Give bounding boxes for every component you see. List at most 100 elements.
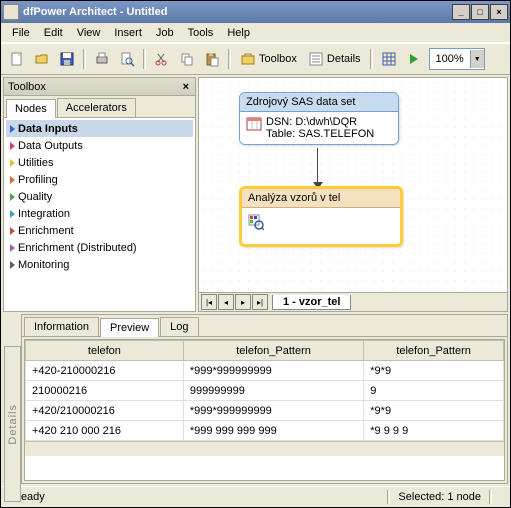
details-sidebar[interactable]: Details xyxy=(4,346,21,502)
tab-nodes[interactable]: Nodes xyxy=(6,99,56,118)
toolbox-icon xyxy=(240,51,256,67)
pattern-icon xyxy=(248,214,264,230)
details-icon xyxy=(308,51,324,67)
details-button[interactable]: Details xyxy=(303,47,366,71)
cell: *999 999 999 999 xyxy=(183,421,363,441)
status-selection: Selected: 1 node xyxy=(390,491,489,503)
paste-icon[interactable] xyxy=(200,47,224,71)
node-target[interactable]: Analýza vzorů v tel xyxy=(239,186,403,247)
minimize-button[interactable]: _ xyxy=(452,4,470,20)
tree-item[interactable]: Data Inputs xyxy=(6,120,193,137)
cell: *9 9 9 9 xyxy=(364,421,504,441)
cell: *999*999999999 xyxy=(183,401,363,421)
tree-item[interactable]: Enrichment xyxy=(6,222,193,239)
preview-icon[interactable] xyxy=(115,47,139,71)
toolbox-tree: Data Inputs Data Outputs Utilities Profilin… xyxy=(4,118,195,311)
menu-insert[interactable]: Insert xyxy=(107,25,149,41)
chevron-right-icon xyxy=(10,193,15,201)
save-icon[interactable] xyxy=(55,47,79,71)
chevron-right-icon xyxy=(10,159,15,167)
chevron-right-icon xyxy=(10,142,15,150)
node-title: Analýza vzorů v tel xyxy=(242,189,400,208)
menu-view[interactable]: View xyxy=(70,25,108,41)
nav-next-icon[interactable]: ▸ xyxy=(235,294,251,310)
status-text: Ready xyxy=(5,491,387,503)
table-row[interactable]: +420 210 000 216*999 999 999 999*9 9 9 9 xyxy=(26,421,504,441)
cut-icon[interactable] xyxy=(150,47,174,71)
chevron-right-icon xyxy=(10,261,15,269)
nav-last-icon[interactable]: ▸| xyxy=(252,294,268,310)
column-header[interactable]: telefon xyxy=(26,341,184,361)
node-title: Zdrojový SAS data set xyxy=(240,93,398,112)
menu-help[interactable]: Help xyxy=(220,25,257,41)
tree-item-label: Monitoring xyxy=(18,259,69,271)
menu-file[interactable]: File xyxy=(5,25,37,41)
menu-job[interactable]: Job xyxy=(149,25,181,41)
cell: *999*999999999 xyxy=(183,361,363,381)
column-header[interactable]: telefon_Pattern xyxy=(364,341,504,361)
table-row[interactable]: +420-210000216*999*999999999*9*9 xyxy=(26,361,504,381)
tree-item[interactable]: Monitoring xyxy=(6,256,193,273)
close-icon[interactable]: × xyxy=(181,81,191,93)
tree-item[interactable]: Utilities xyxy=(6,154,193,171)
app-icon xyxy=(3,4,19,20)
menu-tools[interactable]: Tools xyxy=(181,25,221,41)
chevron-right-icon xyxy=(10,244,15,252)
cell: *9*9 xyxy=(364,361,504,381)
copy-icon[interactable] xyxy=(175,47,199,71)
tab-information[interactable]: Information xyxy=(24,317,99,336)
tree-item-label: Profiling xyxy=(18,174,58,186)
chevron-right-icon xyxy=(10,227,15,235)
cell: 9 xyxy=(364,381,504,401)
canvas-tab[interactable]: 1 - vzor_tel xyxy=(272,295,351,310)
node-text: DSN: D:\dwh\DQR xyxy=(266,116,374,128)
table-row[interactable]: 2100002169999999999 xyxy=(26,381,504,401)
cell: +420-210000216 xyxy=(26,361,184,381)
zoom-combo[interactable]: 100% ▼ xyxy=(429,48,485,70)
grid-icon[interactable] xyxy=(377,47,401,71)
tree-item[interactable]: Enrichment (Distributed) xyxy=(6,239,193,256)
nav-prev-icon[interactable]: ◂ xyxy=(218,294,234,310)
open-icon[interactable] xyxy=(30,47,54,71)
node-source[interactable]: Zdrojový SAS data set DSN: D:\dwh\DQR Ta… xyxy=(239,92,399,145)
tree-item-label: Enrichment (Distributed) xyxy=(18,242,137,254)
tree-item[interactable]: Quality xyxy=(6,188,193,205)
app-window: dfPower Architect - Untitled _ □ × File … xyxy=(0,0,511,508)
tab-accelerators[interactable]: Accelerators xyxy=(57,98,136,117)
zoom-value: 100% xyxy=(430,53,470,65)
tab-preview[interactable]: Preview xyxy=(100,318,159,337)
statusbar: Ready Selected: 1 node xyxy=(1,486,510,507)
menu-edit[interactable]: Edit xyxy=(37,25,70,41)
nav-first-icon[interactable]: |◂ xyxy=(201,294,217,310)
details-panel: Information Preview Log telefontelefon_P… xyxy=(21,314,508,484)
new-icon[interactable] xyxy=(5,47,29,71)
tree-item-label: Enrichment xyxy=(18,225,74,237)
close-button[interactable]: × xyxy=(490,4,508,20)
table-icon xyxy=(246,116,262,132)
cell: *9*9 xyxy=(364,401,504,421)
run-icon[interactable] xyxy=(402,47,426,71)
tree-item[interactable]: Integration xyxy=(6,205,193,222)
chevron-down-icon[interactable]: ▼ xyxy=(470,50,484,68)
maximize-button[interactable]: □ xyxy=(471,4,489,20)
table-row[interactable]: +420/210000216*999*999999999*9*9 xyxy=(26,401,504,421)
canvas[interactable]: Zdrojový SAS data set DSN: D:\dwh\DQR Ta… xyxy=(199,78,507,292)
canvas-panel: Zdrojový SAS data set DSN: D:\dwh\DQR Ta… xyxy=(198,77,508,312)
tree-item[interactable]: Profiling xyxy=(6,171,193,188)
print-icon[interactable] xyxy=(90,47,114,71)
toolbar: Toolbox Details 100% ▼ xyxy=(1,43,510,75)
tree-item-label: Data Inputs xyxy=(18,123,78,135)
cell: 999999999 xyxy=(183,381,363,401)
column-header[interactable]: telefon_Pattern xyxy=(183,341,363,361)
chevron-right-icon xyxy=(10,176,15,184)
scrollbar[interactable] xyxy=(25,441,504,456)
chevron-right-icon xyxy=(10,210,15,218)
toolbox-panel: Toolbox × Nodes Accelerators Data Inputs… xyxy=(3,77,196,312)
toolbox-button[interactable]: Toolbox xyxy=(235,47,302,71)
tree-item[interactable]: Data Outputs xyxy=(6,137,193,154)
tree-item-label: Utilities xyxy=(18,157,53,169)
tab-log[interactable]: Log xyxy=(160,317,198,336)
connector xyxy=(317,148,318,184)
tree-item-label: Quality xyxy=(18,191,52,203)
titlebar: dfPower Architect - Untitled _ □ × xyxy=(1,1,510,23)
